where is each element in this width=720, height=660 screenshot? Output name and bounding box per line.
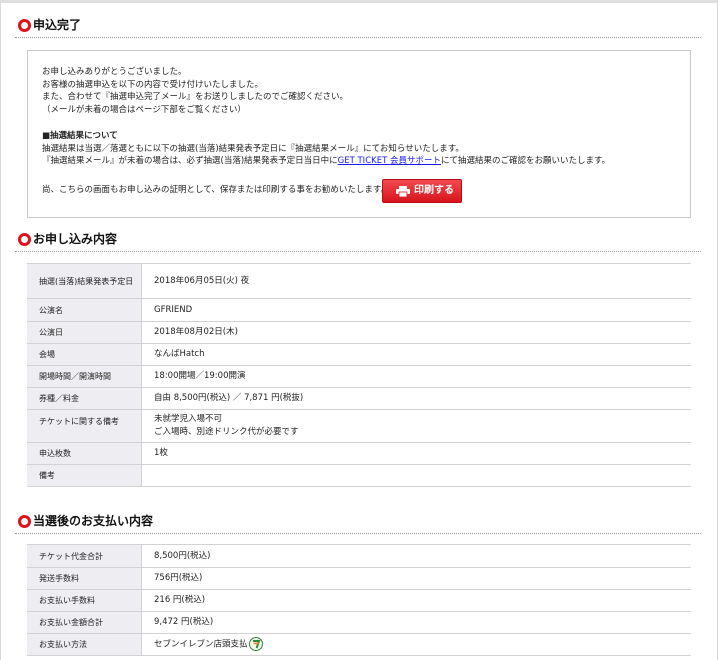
seven-eleven-icon xyxy=(248,637,263,652)
table-row: 券種／料金 自由 8,500円(税込) ／ 7,871 円(税抜) xyxy=(27,387,691,410)
table-row: お支払い金額合計 9,472 円(税込) xyxy=(27,611,691,634)
row-label: 抽選(当落)結果発表予定日 xyxy=(27,263,142,299)
row-label: 券種／料金 xyxy=(27,387,142,410)
row-value: なんばHatch xyxy=(141,343,691,366)
section-title-label: 申込完了 xyxy=(33,18,82,32)
table-row: 公演名 GFRIEND xyxy=(27,298,691,322)
table-row: お支払い手数料 216 円(税込) xyxy=(27,589,691,612)
section-title-details: お申し込み内容 xyxy=(15,226,701,252)
red-ring-icon xyxy=(18,19,31,32)
payment-method-text: セブンイレブン店頭支払 xyxy=(154,639,248,650)
thanks-message: お申し込みありがとうございました。 お客様の抽選申込を以下の内容で受け付けいたし… xyxy=(42,66,348,116)
row-value: 756円(税込) xyxy=(141,567,691,590)
red-ring-icon xyxy=(18,233,31,246)
row-label: チケットに関する備考 xyxy=(27,409,142,443)
section-title-payment: 当選後のお支払い内容 xyxy=(15,508,701,534)
row-label: 開場時間／開演時間 xyxy=(27,365,142,388)
row-value: 9,472 円(税込) xyxy=(141,611,691,634)
row-value: 自由 8,500円(税込) ／ 7,871 円(税抜) xyxy=(141,387,691,410)
table-row: 会場 なんばHatch xyxy=(27,343,691,366)
thanks-line: お客様の抽選申込を以下の内容で受け付けいたしました。 xyxy=(42,79,264,90)
row-value: 216 円(税込) xyxy=(141,589,691,612)
section-title-label: 当選後のお支払い内容 xyxy=(33,514,154,528)
thanks-line: お申し込みありがとうございました。 xyxy=(42,67,187,77)
application-details-table: 抽選(当落)結果発表予定日 2018年06月05日(火) 夜 公演名 GFRIE… xyxy=(27,263,691,487)
table-row: 抽選(当落)結果発表予定日 2018年06月05日(火) 夜 xyxy=(27,263,691,299)
row-label: お支払い金額合計 xyxy=(27,611,142,634)
table-row: お支払い方法 セブンイレブン店頭支払 xyxy=(27,633,691,656)
printer-icon xyxy=(396,186,410,197)
row-label: 発送手数料 xyxy=(27,567,142,590)
payment-details-table: チケット代金合計 8,500円(税込) 発送手数料 756円(税込) お支払い手… xyxy=(27,544,691,656)
row-value: セブンイレブン店頭支払 xyxy=(141,633,691,656)
row-value: 2018年06月05日(火) 夜 xyxy=(141,263,691,299)
red-ring-icon xyxy=(18,515,31,528)
member-support-link[interactable]: GET TICKET 会員サポート xyxy=(338,156,441,166)
table-row: チケット代金合計 8,500円(税込) xyxy=(27,544,691,568)
section-title-label: お申し込み内容 xyxy=(33,232,118,246)
row-label: 会場 xyxy=(27,343,142,366)
print-note: 尚、こちらの画面もお申し込みの証明として、保存または印刷する事をお勧めいたします… xyxy=(42,185,389,195)
row-value: GFRIEND xyxy=(141,298,691,322)
lottery-result-text: 『抽選結果メール』が未着の場合は、必ず抽選(当落)結果発表予定日当日中に xyxy=(42,156,338,167)
page: 申込完了 お申し込みありがとうございました。 お客様の抽選申込を以下の内容で受け… xyxy=(0,0,718,660)
row-label: 申込枚数 xyxy=(27,442,142,465)
remark-line: ご入場時、別途ドリンク代が必要です xyxy=(154,427,299,437)
thanks-line: （メールが未着の場合はページ下部をご覧ください） xyxy=(42,104,246,115)
completion-notice-box: お申し込みありがとうございました。 お客様の抽選申込を以下の内容で受け付けいたし… xyxy=(27,50,691,218)
row-value: 8,500円(税込) xyxy=(141,544,691,568)
print-button-label: 印刷する xyxy=(414,185,454,196)
table-row: 発送手数料 756円(税込) xyxy=(27,567,691,590)
row-label: お支払い方法 xyxy=(27,633,142,656)
row-label: 公演日 xyxy=(27,321,142,344)
row-value: 18:00開場／19:00開演 xyxy=(141,365,691,388)
row-label: 備考 xyxy=(27,464,142,487)
table-row: 申込枚数 1枚 xyxy=(27,442,691,465)
row-value: 未就学児入場不可 ご入場時、別途ドリンク代が必要です xyxy=(141,409,691,443)
lottery-result-line: 抽選結果は当選／落選ともに以下の抽選(当落)結果発表予定日に『抽選結果メール』に… xyxy=(42,143,464,154)
table-row: 開場時間／開演時間 18:00開場／19:00開演 xyxy=(27,365,691,388)
row-value: 2018年08月02日(木) xyxy=(141,321,691,344)
lottery-result-text: にて抽選結果のご確認をお願いいたします。 xyxy=(440,156,611,167)
remark-line: 未就学児入場不可 xyxy=(154,414,223,424)
thanks-line: また、合わせて『抽選申込完了メール』をお送りしましたのでご確認ください。 xyxy=(42,92,349,103)
row-label: お支払い手数料 xyxy=(27,589,142,612)
row-value: 1枚 xyxy=(141,442,691,465)
lottery-result-heading: ■抽選結果について xyxy=(42,131,118,141)
section-title-complete: 申込完了 xyxy=(15,12,701,38)
table-row: 備考 xyxy=(27,464,691,487)
row-value xyxy=(141,464,691,487)
table-row: チケットに関する備考 未就学児入場不可 ご入場時、別途ドリンク代が必要です xyxy=(27,409,691,443)
print-button[interactable]: 印刷する xyxy=(382,179,462,203)
lottery-result-line: 『抽選結果メール』が未着の場合は、必ず抽選(当落)結果発表予定日当日中にGET … xyxy=(42,155,610,168)
row-label: 公演名 xyxy=(27,298,142,322)
row-label: チケット代金合計 xyxy=(27,544,142,568)
table-row: 公演日 2018年08月02日(木) xyxy=(27,321,691,344)
lottery-result-info: ■抽選結果について 抽選結果は当選／落選ともに以下の抽選(当落)結果発表予定日に… xyxy=(42,130,610,168)
